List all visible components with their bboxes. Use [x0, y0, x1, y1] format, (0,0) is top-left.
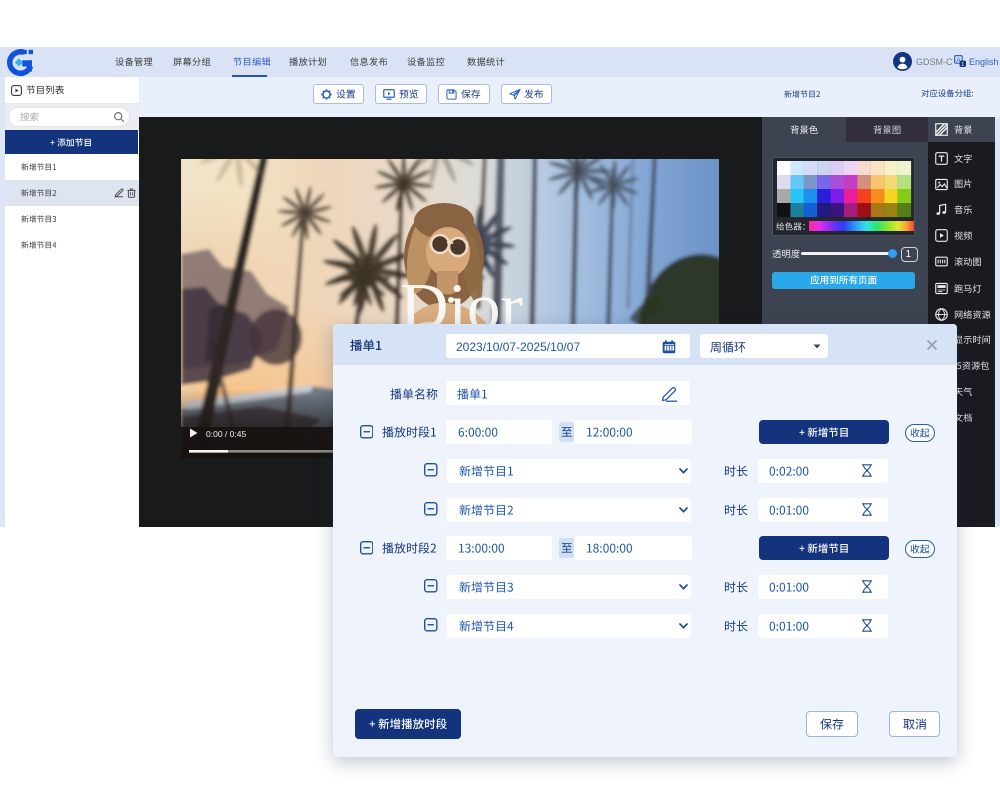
svg-text:1: 1: [961, 62, 964, 67]
svg-text:0:00 / 0:45: 0:00 / 0:45: [206, 429, 246, 439]
